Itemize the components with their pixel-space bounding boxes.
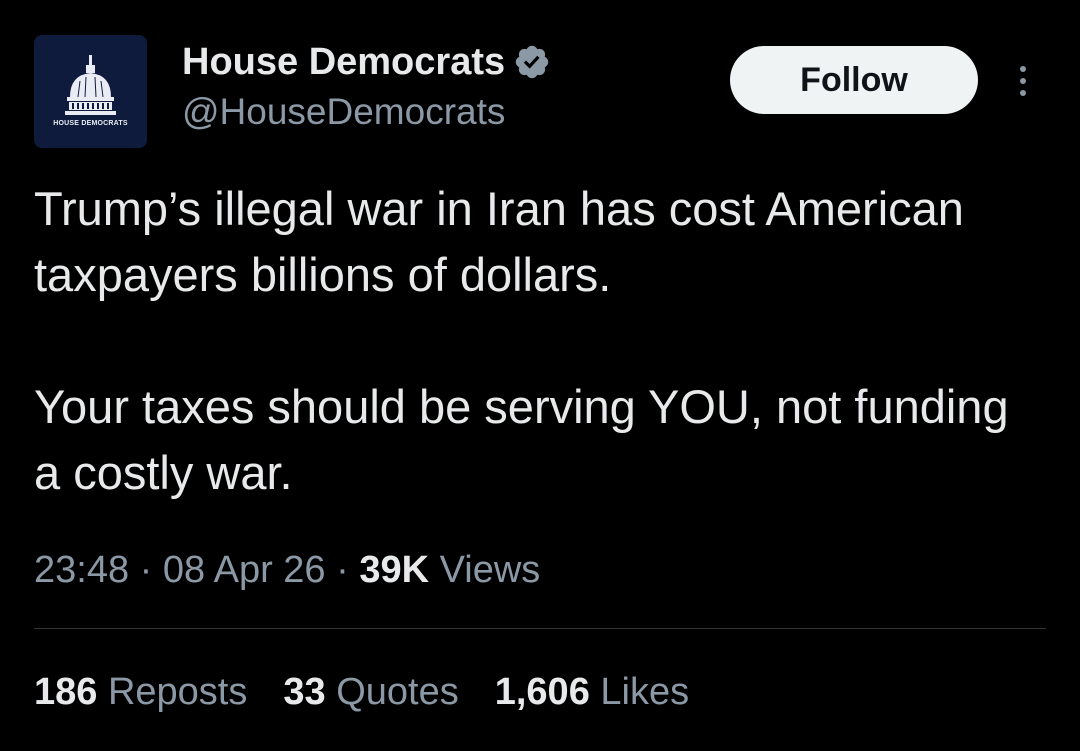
tweet-text: Trump’s illegal war in Iran has cost Ame…: [34, 176, 1034, 506]
quotes-stat[interactable]: 33 Quotes: [283, 666, 458, 718]
reposts-count: 186: [34, 671, 98, 713]
avatar[interactable]: HOUSE DEMOCRATS: [34, 35, 147, 148]
tweet-meta: 23:48 · 08 Apr 26 · 39K Views: [34, 544, 540, 596]
capitol-dome-icon: [65, 55, 116, 115]
likes-count: 1,606: [494, 671, 590, 713]
avatar-caption: HOUSE DEMOCRATS: [53, 120, 128, 127]
views-count: 39K: [359, 549, 430, 591]
likes-stat[interactable]: 1,606 Likes: [495, 666, 689, 718]
views-label: Views: [429, 549, 541, 591]
tweet-date[interactable]: 08 Apr 26: [163, 549, 326, 591]
reposts-label: Reposts: [97, 671, 248, 713]
likes-label: Likes: [589, 671, 690, 713]
meta-separator: ·: [325, 549, 360, 591]
author-display-name[interactable]: House Democrats: [182, 40, 505, 84]
more-options-icon[interactable]: [1006, 60, 1040, 102]
more-dot: [1020, 66, 1026, 72]
author-handle[interactable]: @HouseDemocrats: [182, 90, 505, 134]
quotes-count: 33: [283, 671, 326, 713]
tweet-paragraph: Trump’s illegal war in Iran has cost Ame…: [34, 182, 964, 301]
more-dot: [1020, 90, 1026, 96]
divider: [34, 628, 1046, 629]
follow-button[interactable]: Follow: [730, 46, 978, 114]
engagement-stats: 186 Reposts 33 Quotes 1,606 Likes: [34, 666, 689, 718]
quotes-label: Quotes: [325, 671, 459, 713]
meta-separator: ·: [129, 549, 163, 591]
tweet-card: HOUSE DEMOCRATS House Democrats @HouseDe…: [0, 0, 1080, 751]
verified-badge-icon[interactable]: [513, 43, 551, 81]
tweet-paragraph: Your taxes should be serving YOU, not fu…: [34, 380, 1009, 499]
more-dot: [1020, 78, 1026, 84]
tweet-time[interactable]: 23:48: [34, 549, 129, 591]
reposts-stat[interactable]: 186 Reposts: [34, 666, 247, 718]
author-name-row: House Democrats: [182, 40, 551, 84]
